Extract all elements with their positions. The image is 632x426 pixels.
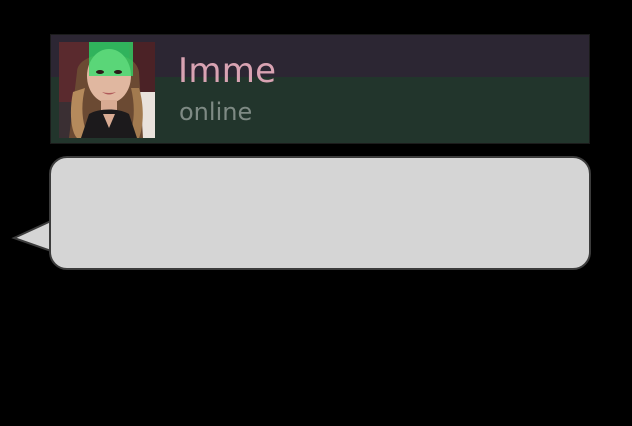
contact-name: Imme [178,51,277,91]
avatar[interactable] [59,42,155,138]
message-bubble[interactable] [49,156,591,270]
avatar-photo-icon [59,42,155,138]
contact-header[interactable]: Imme online [50,34,590,144]
message-text [71,174,569,252]
contact-status: online [179,98,253,126]
chat-screen: Imme online [0,0,632,426]
bubble-tail-icon [11,219,55,253]
